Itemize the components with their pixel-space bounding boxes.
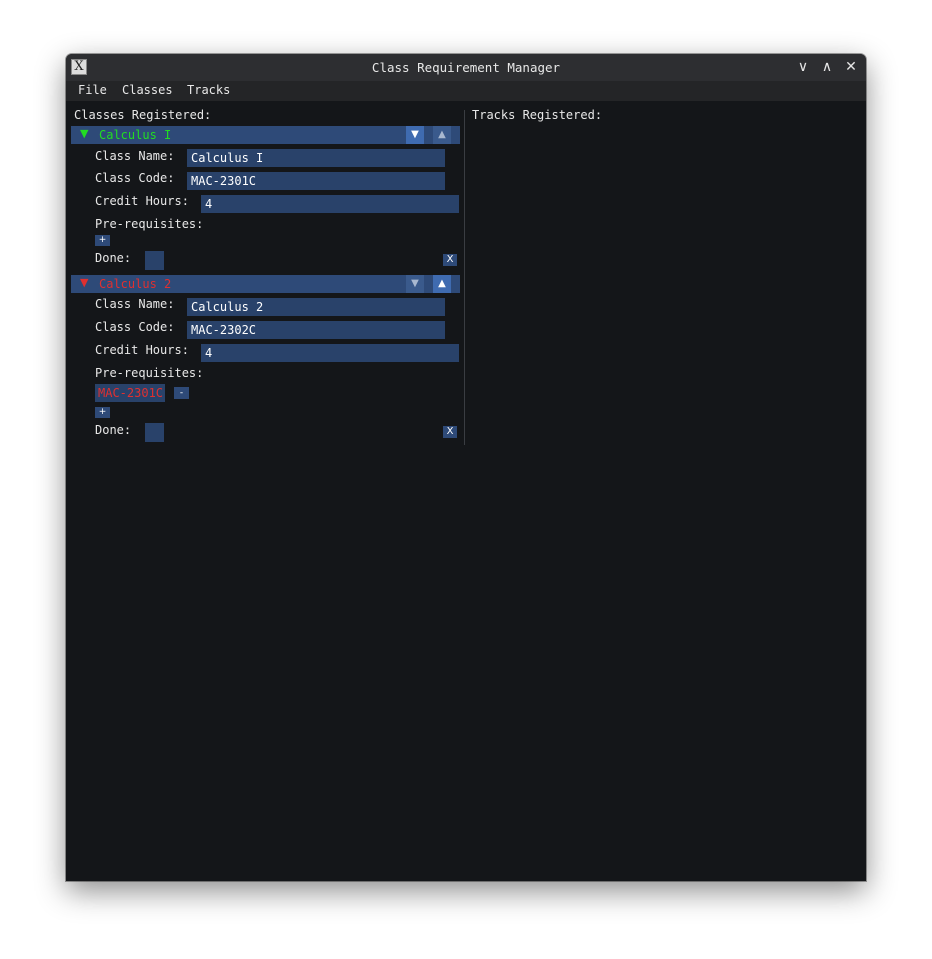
done-label: Done: (95, 251, 132, 265)
class-code-label: Class Code: (95, 171, 175, 185)
class-code-field[interactable]: MAC-2301C (187, 172, 445, 190)
panel-divider[interactable] (464, 110, 465, 445)
class-name-field[interactable]: Calculus I (187, 149, 445, 167)
minimize-button[interactable]: ∨ (793, 58, 813, 76)
delete-class-button[interactable]: X (443, 254, 457, 266)
credit-hours-label: Credit Hours: (95, 343, 189, 357)
add-prerequisite-button[interactable]: + (95, 235, 110, 246)
delete-class-button[interactable]: X (443, 426, 457, 438)
menu-tracks[interactable]: Tracks (187, 83, 230, 97)
class-title: Calculus 2 (99, 277, 172, 291)
classes-registered-heading: Classes Registered: (74, 108, 212, 122)
credit-hours-field[interactable]: 4 (201, 195, 459, 213)
prerequisite-item[interactable]: MAC-2301C (95, 384, 165, 402)
menu-classes[interactable]: Classes (122, 83, 173, 97)
done-label: Done: (95, 423, 132, 437)
class-code-field[interactable]: MAC-2302C (187, 321, 445, 339)
move-up-button[interactable]: ▲ (433, 126, 451, 144)
credit-hours-label: Credit Hours: (95, 194, 189, 208)
class-name-label: Class Name: (95, 297, 175, 311)
class-name-field[interactable]: Calculus 2 (187, 298, 445, 316)
done-checkbox[interactable] (145, 251, 164, 270)
class-title: Calculus I (99, 128, 172, 142)
prerequisites-label: Pre-requisites: (95, 217, 204, 231)
menu-bar: File Classes Tracks (66, 81, 866, 101)
app-window: X Class Requirement Manager ∨ ∧ ✕ File C… (66, 54, 866, 881)
window-title: Class Requirement Manager (371, 60, 561, 75)
done-checkbox[interactable] (145, 423, 164, 442)
collapse-arrow-icon[interactable]: ▼ (80, 127, 88, 140)
add-prerequisite-button[interactable]: + (95, 407, 110, 418)
class-header-calculus-2[interactable]: ▼ Calculus 2 ▼ ▲ (71, 275, 460, 293)
tracks-registered-heading: Tracks Registered: (472, 108, 603, 122)
menu-file[interactable]: File (78, 83, 107, 97)
prerequisites-label: Pre-requisites: (95, 366, 204, 380)
class-name-label: Class Name: (95, 149, 175, 163)
credit-hours-field[interactable]: 4 (201, 344, 459, 362)
close-button[interactable]: ✕ (841, 58, 861, 76)
title-bar[interactable]: X Class Requirement Manager ∨ ∧ ✕ (66, 54, 866, 81)
move-down-button[interactable]: ▼ (406, 126, 424, 144)
class-code-label: Class Code: (95, 320, 175, 334)
class-header-calculus-1[interactable]: ▼ Calculus I ▼ ▲ (71, 126, 460, 144)
maximize-button[interactable]: ∧ (817, 58, 837, 76)
collapse-arrow-icon[interactable]: ▼ (80, 276, 88, 289)
remove-prerequisite-button[interactable]: - (174, 387, 189, 399)
move-down-button[interactable]: ▼ (406, 275, 424, 293)
move-up-button[interactable]: ▲ (433, 275, 451, 293)
